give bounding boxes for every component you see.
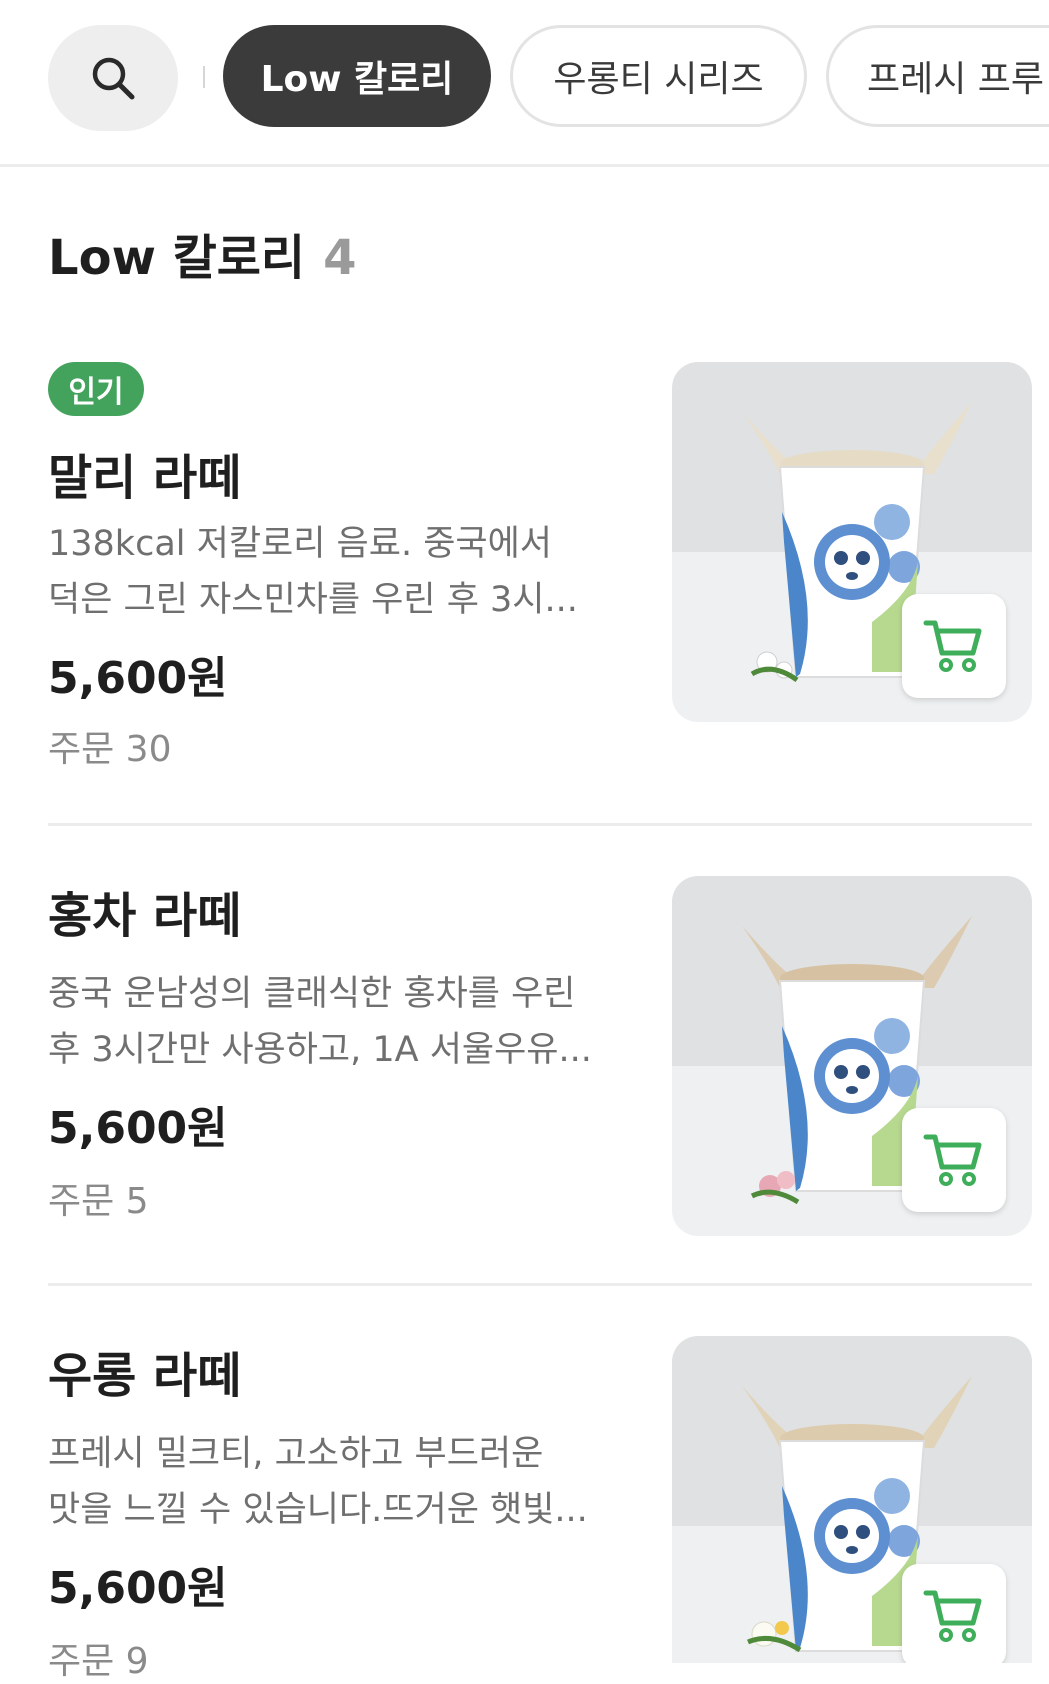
category-chip-oolong-series[interactable]: 우롱티 시리즈	[510, 25, 807, 127]
item-order-count: 주문 9	[48, 1641, 149, 1682]
add-to-cart-button[interactable]	[902, 594, 1006, 698]
cart-icon	[923, 1590, 982, 1642]
item-separator	[48, 823, 1032, 826]
section-item-count: 4	[323, 230, 357, 286]
search-button[interactable]	[48, 25, 178, 131]
oolong-latte-cup-image[interactable]	[672, 1336, 1032, 1663]
section-title: Low 칼로리 4	[48, 218, 357, 288]
item-description-line: 맛을 느낄 수 있습니다.뜨거운 햇빛...	[48, 1490, 588, 1530]
category-chip-low-calorie[interactable]: Low 칼로리	[223, 25, 491, 127]
cart-icon	[923, 1134, 982, 1186]
item-order-count: 주문 5	[48, 1181, 149, 1222]
search-icon	[92, 57, 135, 100]
item-name: 홍차 라떼	[48, 888, 242, 944]
black-tea-latte-cup-image[interactable]	[672, 876, 1032, 1236]
category-bar: Low 칼로리 우롱티 시리즈 프레시 프루	[0, 0, 1049, 167]
item-description-line: 138kcal 저칼로리 음료. 중국에서	[48, 524, 552, 564]
jasmine-milk-tea-cup-image[interactable]	[672, 362, 1032, 722]
item-separator	[48, 1283, 1032, 1286]
bar-divider	[203, 66, 205, 88]
item-name: 우롱 라떼	[48, 1348, 242, 1404]
add-to-cart-button[interactable]	[902, 1564, 1006, 1663]
section-title-label: Low 칼로리	[48, 230, 306, 286]
item-description-line: 프레시 밀크티, 고소하고 부드러운	[48, 1434, 544, 1474]
menu-item[interactable]: 홍차 라떼 중국 운남성의 클래식한 홍차를 우린 후 3시간만 사용하고, 1…	[48, 876, 1032, 1256]
item-description-line: 덕은 그린 자스민차를 우린 후 3시...	[48, 580, 578, 620]
item-name: 말리 라떼	[48, 450, 242, 506]
item-order-count: 주문 30	[48, 729, 172, 770]
menu-item[interactable]: 우롱 라떼 프레시 밀크티, 고소하고 부드러운 맛을 느낄 수 있습니다.뜨거…	[48, 1336, 1032, 1682]
item-price: 5,600원	[48, 1103, 228, 1154]
item-description-line: 중국 운남성의 클래식한 홍차를 우린	[48, 974, 576, 1014]
add-to-cart-button[interactable]	[902, 1108, 1006, 1212]
category-chip-fresh-fruit[interactable]: 프레시 프루	[826, 25, 1049, 127]
item-description-line: 후 3시간만 사용하고, 1A 서울우유...	[48, 1030, 592, 1070]
menu-item[interactable]: 인기 말리 라떼 138kcal 저칼로리 음료. 중국에서 덕은 그린 자스민…	[48, 362, 1032, 782]
cart-icon	[923, 620, 982, 672]
popular-badge: 인기	[48, 362, 144, 416]
item-price: 5,600원	[48, 1563, 228, 1614]
item-price: 5,600원	[48, 653, 228, 704]
item-description: 프레시 밀크티, 고소하고 부드러운 맛을 느낄 수 있습니다.뜨거운 햇빛..…	[48, 1426, 628, 1538]
item-description: 중국 운남성의 클래식한 홍차를 우린 후 3시간만 사용하고, 1A 서울우유…	[48, 966, 628, 1078]
item-description: 138kcal 저칼로리 음료. 중국에서 덕은 그린 자스민차를 우린 후 3…	[48, 516, 628, 628]
